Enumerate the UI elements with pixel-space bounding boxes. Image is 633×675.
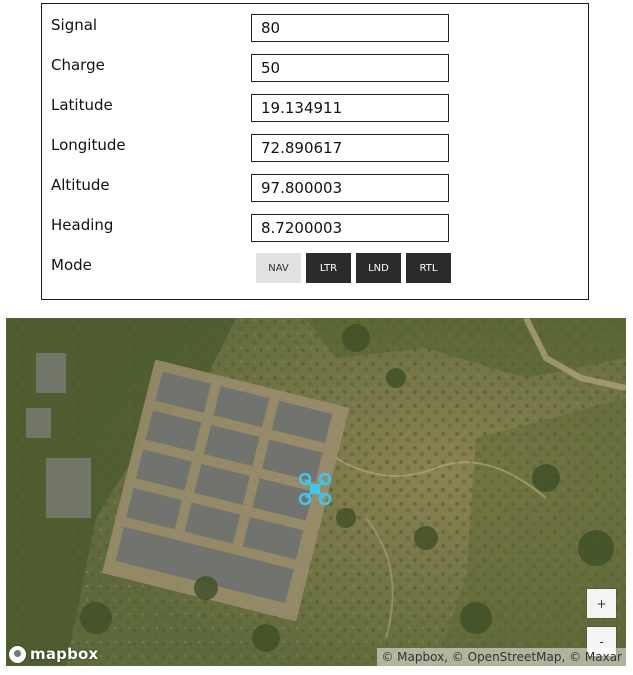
signal-field[interactable]	[251, 14, 449, 42]
latitude-label: Latitude	[51, 96, 113, 114]
map-attribution[interactable]: © Mapbox, © OpenStreetMap, © Maxar	[377, 648, 626, 666]
heading-field[interactable]	[251, 214, 449, 242]
latitude-row: Latitude	[42, 86, 588, 122]
heading-row: Heading	[42, 206, 588, 242]
telemetry-panel: Signal Charge Latitude Longitude Altitud…	[41, 3, 589, 300]
signal-label: Signal	[51, 16, 98, 34]
satellite-map[interactable]: + - mapbox © Mapbox, © OpenStreetMap, © …	[6, 318, 626, 666]
mode-lnd-button[interactable]: LND	[356, 253, 401, 283]
longitude-label: Longitude	[51, 136, 126, 154]
charge-field[interactable]	[251, 54, 449, 82]
zoom-in-button[interactable]: +	[587, 589, 616, 618]
mode-nav-button[interactable]: NAV	[256, 253, 301, 283]
mode-button-group: NAV LTR LND RTL	[256, 253, 451, 283]
mapbox-logo[interactable]: mapbox	[9, 645, 98, 663]
charge-label: Charge	[51, 56, 105, 74]
mapbox-logo-text: mapbox	[30, 645, 99, 663]
longitude-field[interactable]	[251, 134, 449, 162]
altitude-label: Altitude	[51, 176, 110, 194]
heading-label: Heading	[51, 216, 114, 234]
mode-label: Mode	[51, 256, 92, 274]
longitude-row: Longitude	[42, 126, 588, 162]
mapbox-mark-icon	[9, 645, 26, 663]
mode-rtl-button[interactable]: RTL	[406, 253, 451, 283]
altitude-row: Altitude	[42, 166, 588, 202]
altitude-field[interactable]	[251, 174, 449, 202]
latitude-field[interactable]	[251, 94, 449, 122]
mode-ltr-button[interactable]: LTR	[306, 253, 351, 283]
charge-row: Charge	[42, 46, 588, 82]
signal-row: Signal	[42, 6, 588, 42]
drone-icon[interactable]	[298, 472, 332, 506]
